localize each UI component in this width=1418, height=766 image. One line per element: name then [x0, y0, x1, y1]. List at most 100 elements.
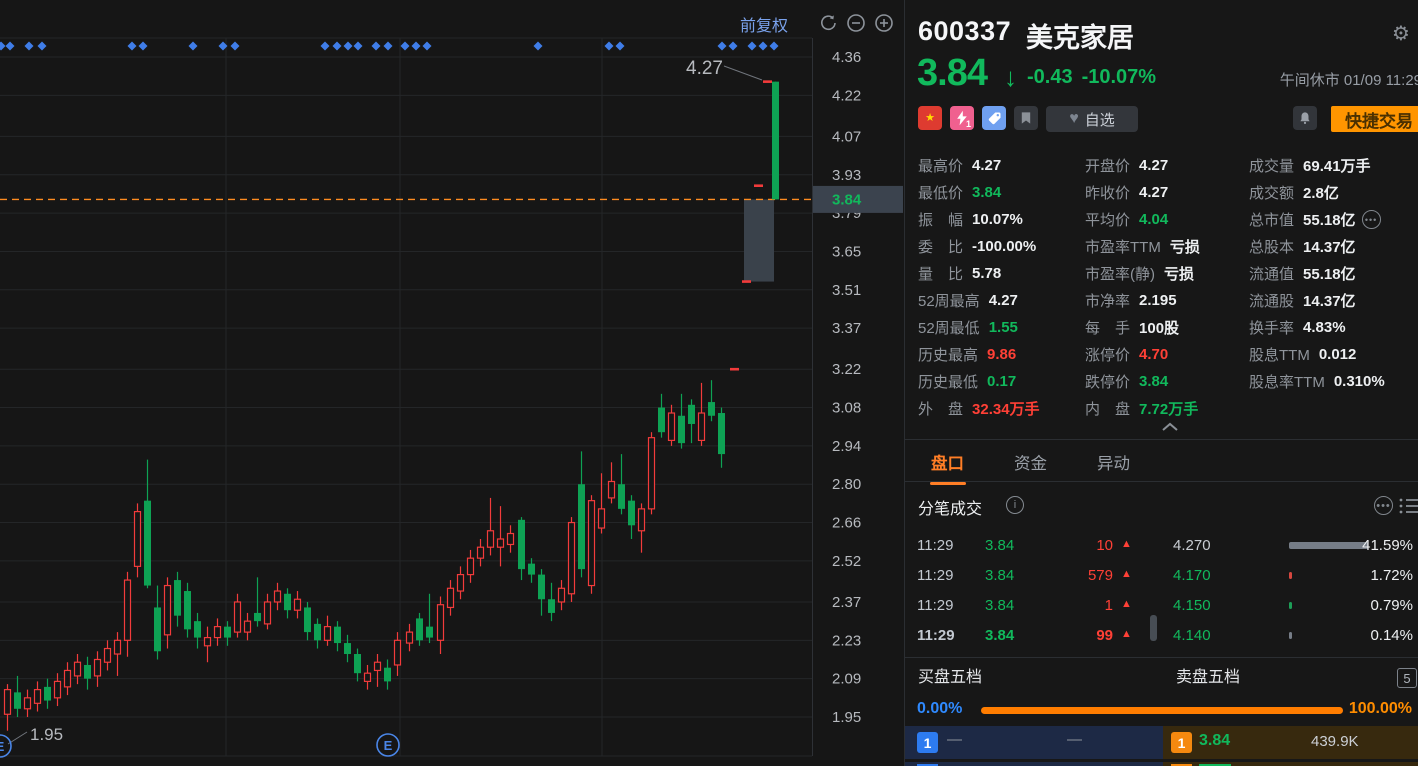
- candle-down[interactable]: [578, 484, 585, 570]
- trade-row[interactable]: 11:29 3.84 10 ▲ 4.270 41.59%: [905, 531, 1418, 561]
- candle-up[interactable]: [23, 697, 32, 710]
- candle-up[interactable]: [486, 530, 495, 548]
- candle-up[interactable]: [647, 437, 656, 510]
- candle-up[interactable]: [446, 587, 455, 609]
- candle-down[interactable]: [528, 563, 535, 575]
- candle-down[interactable]: [334, 626, 341, 644]
- tab-pankou[interactable]: 盘口: [931, 450, 964, 483]
- candle-down[interactable]: [618, 484, 625, 509]
- event-diamond-icon[interactable]: [138, 41, 148, 51]
- candle-up[interactable]: [506, 532, 515, 546]
- candle-down[interactable]: [224, 626, 231, 638]
- add-watchlist-button[interactable]: ♥ 自选: [1046, 106, 1138, 132]
- stat-more-icon[interactable]: •••: [1361, 210, 1381, 229]
- candle-down[interactable]: [718, 413, 725, 455]
- bid-level-1[interactable]: 1 — —: [905, 726, 1163, 759]
- candle-up[interactable]: [233, 601, 242, 633]
- candle-up[interactable]: [273, 590, 282, 603]
- candle-up[interactable]: [243, 620, 252, 633]
- candle-down[interactable]: [174, 580, 181, 616]
- candle-up[interactable]: [607, 480, 616, 499]
- candle-down[interactable]: [184, 591, 191, 630]
- candle-down[interactable]: [426, 626, 433, 638]
- candle-up[interactable]: [567, 521, 576, 595]
- event-diamond-icon[interactable]: [353, 41, 363, 51]
- candle-up[interactable]: [113, 639, 122, 655]
- candle-up[interactable]: [496, 538, 505, 548]
- candle-down[interactable]: [304, 607, 311, 633]
- candle-down[interactable]: [254, 612, 261, 622]
- candle-down[interactable]: [416, 618, 423, 641]
- event-diamond-icon[interactable]: [747, 41, 757, 51]
- candle-up[interactable]: [103, 647, 112, 663]
- chart-reset-icon[interactable]: [818, 13, 838, 33]
- candle-up[interactable]: [557, 587, 566, 603]
- event-diamond-icon[interactable]: [615, 41, 625, 51]
- event-diamond-icon[interactable]: [383, 41, 393, 51]
- tag-icon[interactable]: [982, 106, 1006, 130]
- event-diamond-icon[interactable]: [24, 41, 34, 51]
- event-diamond-icon[interactable]: [769, 41, 779, 51]
- candle-down[interactable]: [84, 664, 91, 679]
- more-options-icon[interactable]: •••: [1374, 496, 1393, 515]
- event-diamond-icon[interactable]: [422, 41, 432, 51]
- candle-down[interactable]: [14, 692, 21, 709]
- candle-up[interactable]: [667, 412, 676, 442]
- candle-up[interactable]: [323, 626, 332, 641]
- trade-row[interactable]: 11:29 3.84 99 ▲ 4.140 0.14%: [905, 621, 1418, 651]
- candle-down[interactable]: [688, 404, 695, 424]
- candle-down[interactable]: [628, 500, 635, 526]
- candle-up[interactable]: [456, 573, 465, 592]
- candle-up[interactable]: [363, 672, 372, 682]
- tab-funds[interactable]: 资金: [1014, 450, 1047, 483]
- candle-down[interactable]: [194, 621, 201, 638]
- announcement-icon[interactable]: [1014, 106, 1038, 130]
- candle-up[interactable]: [163, 584, 172, 636]
- event-diamond-icon[interactable]: [127, 41, 137, 51]
- candle-up[interactable]: [93, 658, 102, 677]
- depth-level-button[interactable]: 5: [1397, 668, 1417, 688]
- alert-bell-icon[interactable]: [1293, 106, 1317, 130]
- candle-up[interactable]: [3, 689, 12, 715]
- candle-up[interactable]: [203, 636, 212, 647]
- ask-level-1[interactable]: 1 3.84 439.9K: [1163, 726, 1418, 759]
- candle-down[interactable]: [772, 81, 779, 200]
- event-diamond-icon[interactable]: [230, 41, 240, 51]
- event-diamond-icon[interactable]: [728, 41, 738, 51]
- tick-trades-list[interactable]: 11:29 3.84 10 ▲ 4.270 41.59% 11:29 3.84 579 ▲ 4.17…: [905, 531, 1418, 655]
- event-diamond-icon[interactable]: [343, 41, 353, 51]
- event-diamond-icon[interactable]: [320, 41, 330, 51]
- candle-up[interactable]: [436, 604, 445, 641]
- candle-down[interactable]: [354, 654, 361, 674]
- candle-up[interactable]: [476, 546, 485, 559]
- candle-down[interactable]: [518, 519, 525, 570]
- candle-down[interactable]: [284, 593, 291, 611]
- lightning-badge-icon[interactable]: 1: [950, 106, 974, 130]
- candle-up[interactable]: [637, 508, 646, 532]
- candle-up[interactable]: [293, 598, 302, 611]
- candle-down[interactable]: [658, 407, 665, 433]
- candle-up[interactable]: [213, 626, 222, 639]
- candle-up[interactable]: [133, 511, 142, 567]
- candle-down[interactable]: [538, 574, 545, 600]
- candle-up[interactable]: [263, 601, 272, 625]
- quick-trade-button[interactable]: 快捷交易: [1331, 106, 1418, 132]
- candle-up[interactable]: [63, 669, 72, 688]
- candle-up[interactable]: [373, 661, 382, 672]
- candle-down[interactable]: [708, 402, 715, 416]
- event-diamond-icon[interactable]: [604, 41, 614, 51]
- candle-down[interactable]: [384, 667, 391, 682]
- event-diamond-icon[interactable]: [400, 41, 410, 51]
- candle-up[interactable]: [123, 579, 132, 641]
- candle-down[interactable]: [678, 415, 685, 444]
- info-icon[interactable]: i: [1006, 496, 1024, 514]
- candle-down[interactable]: [144, 500, 151, 586]
- event-diamond-icon[interactable]: [533, 41, 543, 51]
- candle-up[interactable]: [393, 639, 402, 666]
- candle-down[interactable]: [314, 623, 321, 641]
- event-diamond-icon[interactable]: [0, 41, 6, 51]
- candle-down[interactable]: [344, 643, 351, 655]
- candle-up[interactable]: [466, 557, 475, 576]
- trade-row[interactable]: 11:29 3.84 579 ▲ 4.170 1.72%: [905, 561, 1418, 591]
- zoom-in-icon[interactable]: [874, 13, 894, 33]
